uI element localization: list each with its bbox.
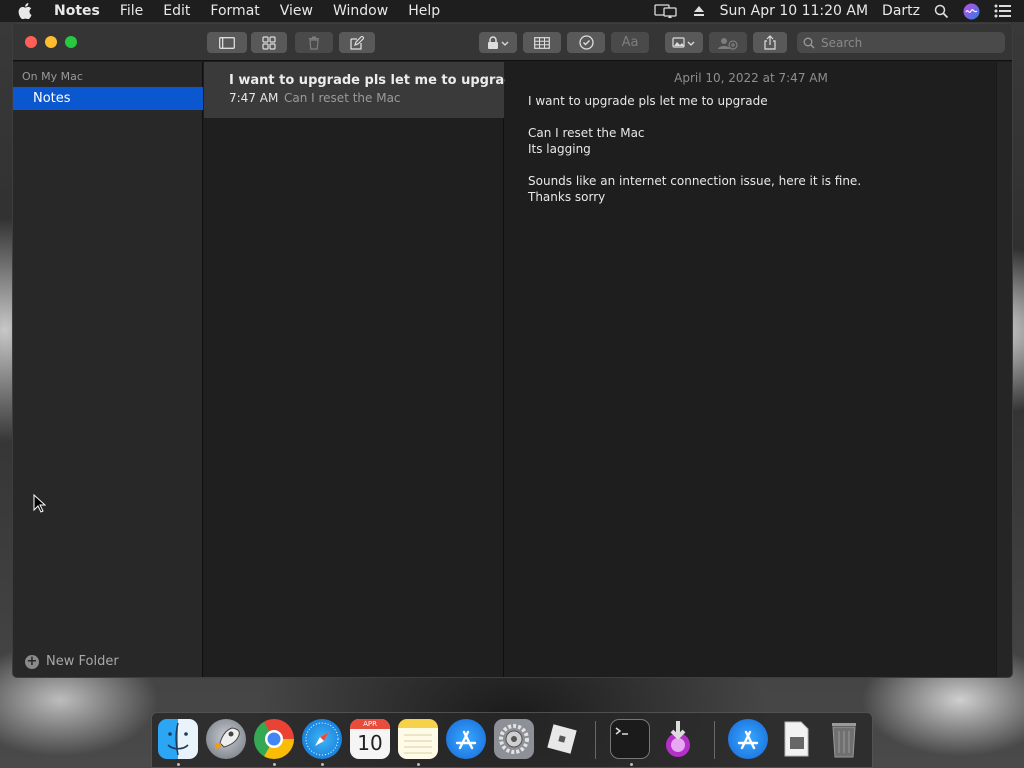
new-folder-label: New Folder: [46, 654, 119, 669]
sidebar-item-notes[interactable]: Notes: [13, 87, 203, 110]
terminal-icon[interactable]: [610, 719, 650, 759]
add-people-icon: [718, 37, 738, 50]
window-close-button[interactable]: [25, 36, 37, 48]
note-editor[interactable]: April 10, 2022 at 7:47 AM I want to upgr…: [505, 62, 997, 677]
menu-format[interactable]: Format: [200, 3, 269, 19]
calendar-icon[interactable]: APR 10: [350, 719, 390, 759]
dock: APR 10: [151, 712, 873, 768]
editor-scrollbar[interactable]: [996, 62, 1012, 677]
spotlight-search-icon[interactable]: [927, 4, 956, 19]
window-maximize-button[interactable]: [65, 36, 77, 48]
note-line: Thanks sorry: [528, 190, 606, 204]
insert-table-button[interactable]: [523, 32, 561, 53]
app-store-icon[interactable]: [446, 719, 486, 759]
note-line: Its lagging: [528, 142, 591, 156]
note-body[interactable]: I want to upgrade pls let me to upgrade …: [528, 93, 861, 205]
chrome-icon[interactable]: [254, 719, 294, 759]
format-text-button[interactable]: Aa: [611, 32, 649, 53]
share-icon: [764, 35, 776, 50]
delete-note-button[interactable]: [295, 32, 333, 53]
notes-icon[interactable]: [398, 719, 438, 759]
note-list: I want to upgrade pls let me to upgrade …: [204, 62, 522, 677]
menu-file[interactable]: File: [110, 3, 153, 19]
window-minimize-button[interactable]: [45, 36, 57, 48]
roblox-icon[interactable]: [542, 719, 582, 759]
compose-icon: [350, 35, 364, 50]
trash-icon[interactable]: [824, 719, 864, 759]
sidebar-icon: [219, 36, 235, 49]
folders-sidebar: On My Mac Notes + New Folder: [13, 62, 203, 677]
airplay-display-icon[interactable]: [647, 3, 685, 19]
share-button[interactable]: [753, 32, 787, 53]
notes-window: Aa On My Mac Notes + New Folder I want t…: [12, 23, 1013, 678]
checkmark-circle-icon: [578, 35, 594, 50]
finder-icon[interactable]: [158, 719, 198, 759]
menu-edit[interactable]: Edit: [153, 3, 200, 19]
plus-circle-icon: +: [25, 653, 39, 669]
calendar-day: 10: [357, 731, 383, 755]
trash-icon: [309, 36, 319, 50]
photo-icon: [672, 36, 695, 48]
gallery-view-button[interactable]: [251, 32, 287, 53]
siri-icon[interactable]: [956, 3, 987, 20]
checklist-button[interactable]: [567, 32, 605, 53]
media-button[interactable]: [665, 32, 703, 53]
search-icon: [803, 37, 815, 48]
note-time: 7:47 AM: [229, 91, 279, 105]
grid-icon: [262, 35, 276, 50]
app-store-folder-icon[interactable]: [728, 719, 768, 759]
table-icon: [534, 36, 550, 49]
note-line: Can I reset the Mac: [528, 126, 645, 140]
toggle-sidebar-button[interactable]: [207, 32, 247, 53]
note-title: I want to upgrade pls let me to upgrade: [229, 73, 523, 88]
note-line: I want to upgrade pls let me to upgrade: [528, 94, 768, 108]
eject-icon[interactable]: [685, 4, 713, 18]
menu-window[interactable]: Window: [323, 3, 398, 19]
menubar-user[interactable]: Dartz: [875, 3, 927, 19]
menubar-clock[interactable]: Sun Apr 10 11:20 AM: [713, 3, 875, 19]
launchpad-icon[interactable]: [206, 719, 246, 759]
sidebar-section-label: On My Mac: [22, 70, 83, 83]
system-preferences-icon[interactable]: [494, 719, 534, 759]
collaborate-button[interactable]: [709, 32, 747, 53]
new-folder-button[interactable]: + New Folder: [25, 654, 119, 669]
notification-center-icon[interactable]: [987, 4, 1024, 18]
lock-note-button[interactable]: [479, 32, 517, 53]
menu-bar: Notes File Edit Format View Window Help …: [0, 0, 1024, 22]
calendar-month: APR: [350, 719, 390, 729]
safari-icon[interactable]: [302, 719, 342, 759]
apple-menu-icon[interactable]: [18, 3, 40, 19]
list-item[interactable]: I want to upgrade pls let me to upgrade …: [204, 62, 522, 118]
preview-icon[interactable]: [776, 719, 816, 759]
menu-view[interactable]: View: [270, 3, 323, 19]
installer-icon[interactable]: [658, 719, 698, 759]
menu-help[interactable]: Help: [398, 3, 450, 19]
mouse-pointer-icon: [33, 493, 47, 517]
note-preview: Can I reset the Mac: [284, 91, 401, 105]
new-note-button[interactable]: [339, 32, 375, 53]
toolbar: Aa: [13, 24, 1012, 61]
lock-icon: [488, 35, 509, 49]
note-date: April 10, 2022 at 7:47 AM: [674, 71, 828, 85]
search-field[interactable]: [797, 32, 1005, 53]
note-line: Sounds like an internet connection issue…: [528, 174, 862, 188]
search-input[interactable]: [821, 35, 971, 50]
menu-app-notes[interactable]: Notes: [40, 3, 110, 19]
